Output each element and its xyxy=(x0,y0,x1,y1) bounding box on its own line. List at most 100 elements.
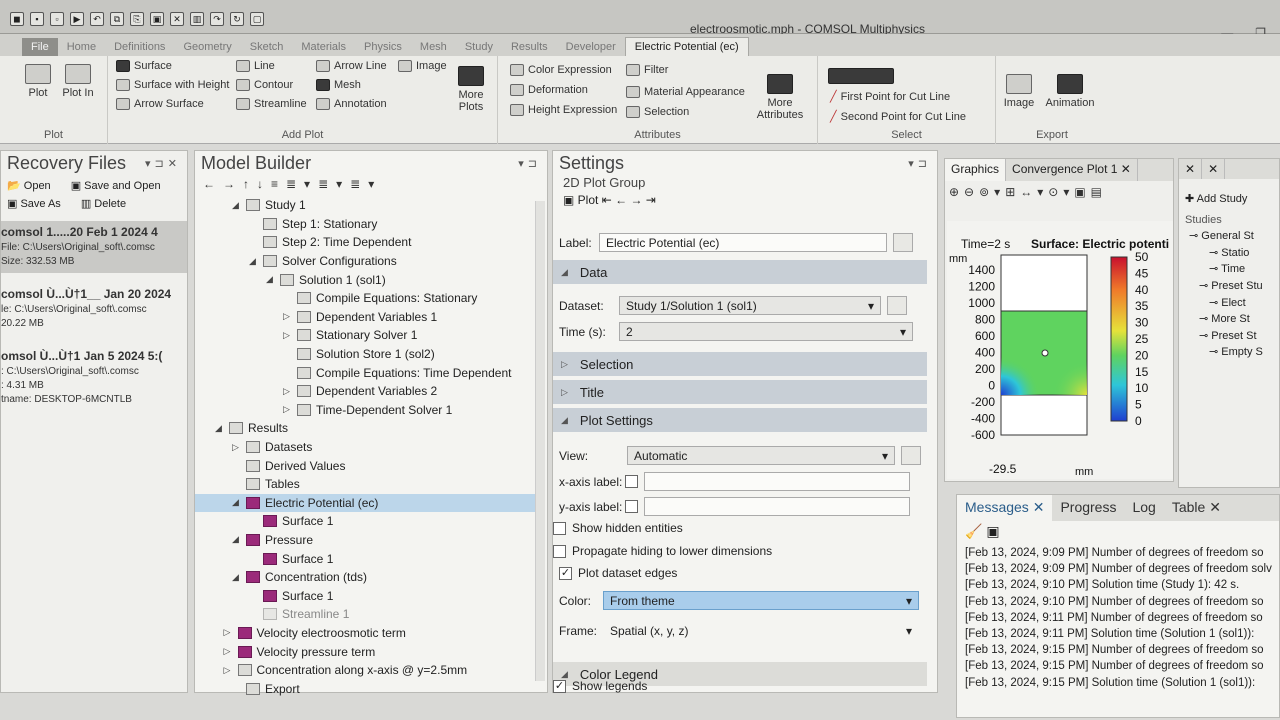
duplicate-icon[interactable]: ▣ xyxy=(150,12,164,26)
open-button[interactable]: 📂 Open xyxy=(7,180,61,192)
expand-arrow-icon[interactable]: ▷ xyxy=(283,330,290,341)
clear-icon[interactable]: 🧹 xyxy=(965,523,982,539)
close-icon[interactable]: ✕ xyxy=(1121,162,1131,176)
y-axis-label-input[interactable] xyxy=(644,497,910,516)
tree-node[interactable]: Surface 1 xyxy=(195,586,537,605)
data-section-header[interactable]: ◢ Data xyxy=(553,260,927,284)
close-icon[interactable]: ✕ xyxy=(1202,159,1226,179)
study-item[interactable]: ⊸ Time xyxy=(1189,261,1279,278)
view-select[interactable]: Automatic ▾ xyxy=(627,446,895,465)
animation-button[interactable]: Animation xyxy=(1040,74,1100,109)
x-axis-label-input[interactable] xyxy=(644,472,910,491)
selection-button[interactable]: Selection xyxy=(626,106,689,118)
ribbon-tab-developer[interactable]: Developer xyxy=(557,38,625,56)
collapse-arrow-icon[interactable]: ◢ xyxy=(232,534,239,545)
tree-node[interactable]: Compile Equations: Time Dependent xyxy=(195,363,537,382)
show-hidden-checkbox[interactable] xyxy=(553,521,566,535)
title-section-header[interactable]: ▷ Title xyxy=(553,380,927,404)
panel-controls[interactable]: ▾⊐ xyxy=(908,157,931,170)
expand-arrow-icon[interactable]: ▷ xyxy=(283,404,290,415)
export-image-button[interactable]: Image xyxy=(1002,74,1036,109)
time-select[interactable]: 2 ▾ xyxy=(619,322,913,341)
previous-plot-icon[interactable]: ← xyxy=(615,193,627,207)
collapse-arrow-icon[interactable]: ◢ xyxy=(215,423,222,434)
first-point-cut-line-button[interactable]: ╱ First Point for Cut Line xyxy=(830,90,950,104)
collapse-arrow-icon[interactable]: ◢ xyxy=(266,274,273,285)
delete-button[interactable]: ▥ Delete xyxy=(81,198,136,210)
tree-node[interactable]: Surface 1 xyxy=(195,512,537,531)
tree-node[interactable]: Surface 1 xyxy=(195,549,537,568)
label-reset-icon[interactable] xyxy=(893,233,913,252)
collapse-arrow-icon[interactable]: ◢ xyxy=(232,572,239,583)
graphics-toolbar[interactable]: ⊕⊖⊚▾⊞↔▾⊙▾▣▤ xyxy=(945,181,1173,219)
arrow-line-button[interactable]: Arrow Line xyxy=(316,60,387,72)
next-plot-icon[interactable]: → xyxy=(630,193,642,207)
tree-node[interactable]: Compile Equations: Stationary xyxy=(195,289,537,308)
app-icon[interactable]: ◼ xyxy=(10,12,24,26)
run-icon[interactable]: ▶ xyxy=(70,12,84,26)
delete-icon[interactable]: ✕ xyxy=(170,12,184,26)
panel-controls[interactable]: ▾⊐ xyxy=(518,157,541,170)
copy-icon[interactable]: ⧉ xyxy=(110,12,124,26)
study-item[interactable]: ⊸ Statio xyxy=(1189,245,1279,262)
label-input[interactable]: Electric Potential (ec) xyxy=(599,233,887,252)
plot-button[interactable]: Plot xyxy=(20,64,56,99)
tree-node[interactable]: ◢ Solver Configurations xyxy=(195,252,537,271)
more-attributes-button[interactable]: More Attributes xyxy=(750,74,810,121)
arrow-surface-button[interactable]: Arrow Surface xyxy=(116,98,204,110)
study-item[interactable]: ⊸ More St xyxy=(1189,311,1279,328)
ribbon-tab-geometry[interactable]: Geometry xyxy=(174,38,240,56)
surface-with-height-button[interactable]: Surface with Height xyxy=(116,79,229,91)
collapse-arrow-icon[interactable]: ◢ xyxy=(232,200,239,211)
tree-node[interactable]: Derived Values xyxy=(195,456,537,475)
expand-arrow-icon[interactable]: ▷ xyxy=(283,386,290,397)
collapse-arrow-icon[interactable]: ◢ xyxy=(232,497,239,508)
refresh-icon[interactable]: ↻ xyxy=(230,12,244,26)
propagate-checkbox[interactable] xyxy=(553,544,566,558)
contour-button[interactable]: Contour xyxy=(236,79,293,91)
filter-button[interactable]: Filter xyxy=(626,64,668,76)
recovery-file-item[interactable]: comsol 1.....20 Feb 1 2024 4 File: C:\Us… xyxy=(1,221,187,273)
first-plot-icon[interactable]: ⇤ xyxy=(602,193,612,207)
frame-select[interactable]: Spatial (x, y, z) ▾ xyxy=(603,621,919,640)
tree-node[interactable]: ▷ Stationary Solver 1 xyxy=(195,326,537,345)
expand-arrow-icon[interactable]: ▷ xyxy=(283,311,290,322)
save-as-button[interactable]: ▣ Save As xyxy=(7,198,71,210)
tree-node[interactable]: ▷ Dependent Variables 1 xyxy=(195,308,537,327)
close-icon[interactable]: ✕ xyxy=(1209,499,1221,515)
plot-settings-section-header[interactable]: ◢ Plot Settings xyxy=(553,408,927,432)
tree-node[interactable]: ▷ Concentration along x-axis @ y=2.5mm xyxy=(195,661,537,680)
plot-in-button[interactable]: Plot In xyxy=(60,64,96,99)
ribbon-tab-file[interactable]: File xyxy=(22,38,58,56)
tab-convergence-plot[interactable]: Convergence Plot 1 ✕ xyxy=(1006,159,1138,181)
cut-line-mode-button[interactable] xyxy=(828,68,894,84)
tab-log[interactable]: Log xyxy=(1124,495,1163,521)
ribbon-tab-physics[interactable]: Physics xyxy=(355,38,411,56)
study-item[interactable]: ⊸ Elect xyxy=(1189,295,1279,312)
plot-settings-button[interactable]: ▣ Plot xyxy=(563,193,598,207)
expand-arrow-icon[interactable]: ▷ xyxy=(232,442,239,453)
deformation-button[interactable]: Deformation xyxy=(510,84,588,96)
more-plots-button[interactable]: More Plots xyxy=(450,66,492,113)
ribbon-tab-home[interactable]: Home xyxy=(58,38,105,56)
recovery-file-item[interactable]: comsol Ù...Ù†1__ Jan 20 2024 le: C:\User… xyxy=(1,283,187,335)
tree-node[interactable]: ▷ Velocity pressure term xyxy=(195,642,537,661)
tab-graphics[interactable]: Graphics xyxy=(945,159,1007,181)
trash-icon[interactable]: ▥ xyxy=(190,12,204,26)
expand-arrow-icon[interactable]: ▷ xyxy=(224,646,231,657)
tree-node[interactable]: ◢ Concentration (tds) xyxy=(195,568,537,587)
color-select[interactable]: From theme ▾ xyxy=(603,591,919,610)
streamline-button[interactable]: Streamline xyxy=(236,98,307,110)
save-icon[interactable]: ▪ xyxy=(30,12,44,26)
recovery-file-item[interactable]: omsol Ù...Ù†1 Jan 5 2024 5:( : C:\Users\… xyxy=(1,345,187,411)
image-plot-button[interactable]: Image xyxy=(398,60,447,72)
tree-node[interactable]: ▷ Velocity electroosmotic term xyxy=(195,624,537,643)
surface-button[interactable]: Surface xyxy=(116,60,172,72)
tree-node[interactable]: Step 1: Stationary xyxy=(195,215,537,234)
panel-controls[interactable]: ▾⊐✕ xyxy=(145,157,181,170)
model-builder-scrollbar[interactable] xyxy=(535,201,545,681)
plot-edges-checkbox[interactable]: ✓ xyxy=(559,566,572,580)
line-button[interactable]: Line xyxy=(236,60,275,72)
close-icon[interactable]: ✕ xyxy=(1033,499,1045,515)
tree-node[interactable]: ▷ Time-Dependent Solver 1 xyxy=(195,401,537,420)
